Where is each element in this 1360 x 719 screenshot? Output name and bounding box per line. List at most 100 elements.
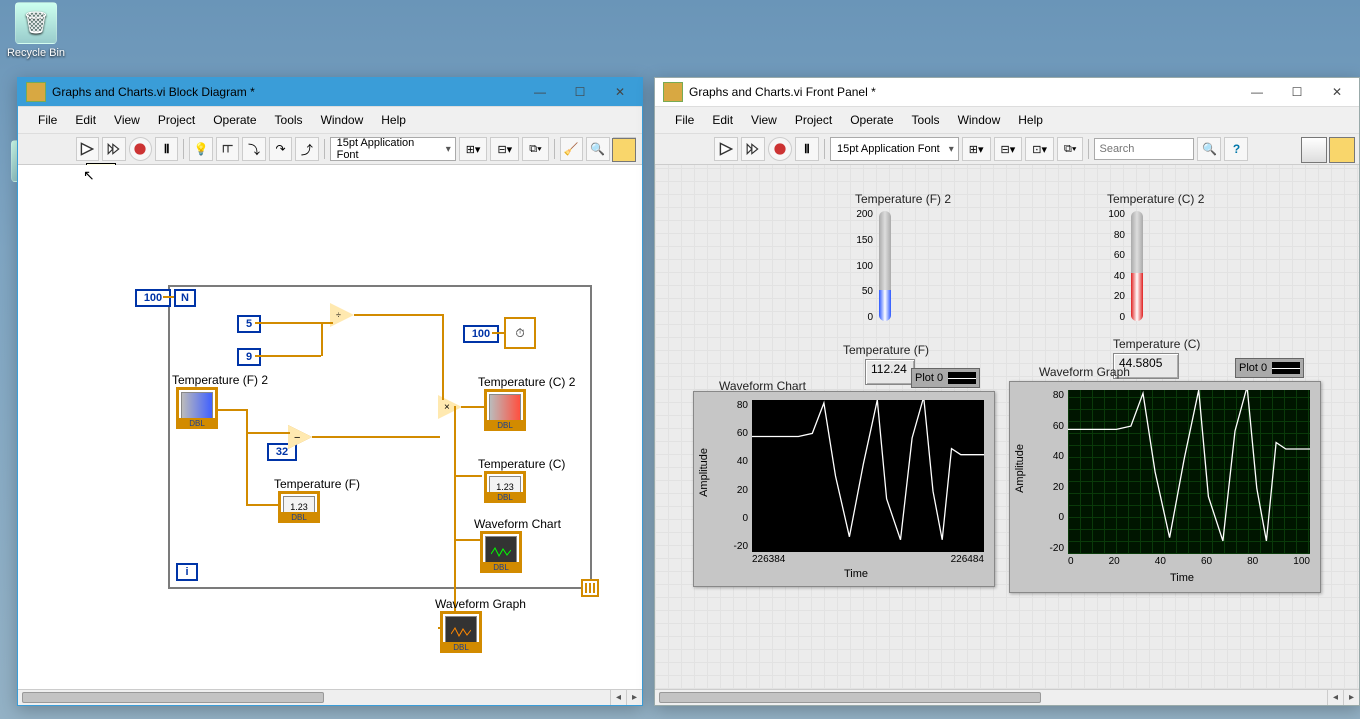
loop-i-terminal[interactable]: i: [176, 563, 198, 581]
reorder-button[interactable]: ⧉▾: [1057, 137, 1083, 161]
graph-legend[interactable]: Plot 0: [1235, 358, 1304, 378]
front-panel-canvas[interactable]: Temperature (F) 2 200150100500 Temperatu…: [655, 165, 1359, 689]
distribute-button[interactable]: ⊟▾: [994, 137, 1023, 161]
scrollbar-horizontal-fp[interactable]: ◂ ▸: [655, 689, 1359, 705]
step-over-button[interactable]: ↷: [269, 137, 292, 161]
run-button[interactable]: [76, 137, 99, 161]
tempc2-terminal[interactable]: DBL: [484, 389, 526, 431]
waveform-chart-terminal[interactable]: DBL: [480, 531, 522, 573]
font-selector[interactable]: 15pt Application Font: [830, 137, 959, 161]
cleanup-button[interactable]: 🧹: [560, 137, 583, 161]
align-button[interactable]: ⊞▾: [459, 137, 488, 161]
scroll-left-button[interactable]: ◂: [1327, 690, 1343, 705]
align-button[interactable]: ⊞▾: [962, 137, 991, 161]
maximize-button[interactable]: ☐: [1277, 80, 1317, 104]
run-button[interactable]: [714, 137, 738, 161]
run-continuous-button[interactable]: [741, 137, 765, 161]
tempf-fp-label: Temperature (F): [843, 343, 929, 357]
menu-window[interactable]: Window: [313, 111, 372, 129]
minimize-button[interactable]: —: [1237, 80, 1277, 104]
cursor-icon: ↖: [83, 167, 95, 184]
menu-operate[interactable]: Operate: [842, 111, 901, 129]
highlight-button[interactable]: 💡: [189, 137, 212, 161]
menu-window[interactable]: Window: [950, 111, 1009, 129]
menu-edit[interactable]: Edit: [704, 111, 741, 129]
close-button[interactable]: ✕: [600, 80, 640, 104]
menu-tools[interactable]: Tools: [904, 111, 948, 129]
titlebar[interactable]: Graphs and Charts.vi Block Diagram * — ☐…: [18, 78, 642, 106]
chart-legend[interactable]: Plot 0: [911, 368, 980, 388]
divide-node[interactable]: [330, 303, 354, 327]
menu-operate[interactable]: Operate: [205, 111, 264, 129]
constant-9[interactable]: 9: [237, 348, 261, 366]
titlebar-fp[interactable]: Graphs and Charts.vi Front Panel * — ☐ ✕: [655, 78, 1359, 106]
menu-view[interactable]: View: [743, 111, 785, 129]
pause-button[interactable]: Ⅱ: [155, 137, 178, 161]
menu-file[interactable]: File: [30, 111, 65, 129]
waveform-graph-terminal[interactable]: DBL: [440, 611, 482, 653]
search-button[interactable]: 🔍: [1197, 137, 1221, 161]
menubar: File Edit View Project Operate Tools Win…: [18, 106, 642, 134]
tempf-label: Temperature (F): [274, 477, 360, 491]
close-button[interactable]: ✕: [1317, 80, 1357, 104]
graph-ylabel: Amplitude: [1014, 444, 1026, 493]
toolbar-fp: Ⅱ 15pt Application Font ⊞▾ ⊟▾ ⊡▾ ⧉▾ 🔍 ?: [655, 134, 1359, 165]
tempc2-label: Temperature (C) 2: [478, 375, 575, 389]
thermometer-c[interactable]: 100806040200: [1099, 209, 1147, 323]
desktop-icon-recycle-bin[interactable]: 🗑 Recycle Bin: [4, 2, 68, 59]
chart-ylabel: Amplitude: [698, 448, 710, 497]
search-bd-button[interactable]: 🔍: [586, 137, 609, 161]
scroll-right-button[interactable]: ▸: [1343, 690, 1359, 705]
abort-button[interactable]: [129, 137, 152, 161]
scroll-right-button[interactable]: ▸: [626, 690, 642, 705]
waveform-graph[interactable]: 806040200-20 Amplitude 020406080100 Time: [1009, 381, 1321, 593]
connector-pane[interactable]: [1301, 137, 1327, 163]
scrollbar-horizontal[interactable]: ◂ ▸: [18, 689, 642, 705]
menu-file[interactable]: File: [667, 111, 702, 129]
autoindex-tunnel[interactable]: [581, 579, 599, 597]
vi-icon[interactable]: [612, 138, 636, 162]
labview-icon: [663, 82, 683, 102]
tempf-indicator[interactable]: 112.24: [865, 359, 915, 385]
wait-ms[interactable]: ⏱: [504, 317, 536, 349]
tempc-label: Temperature (C): [478, 457, 565, 471]
font-selector[interactable]: 15pt Application Font: [330, 137, 456, 161]
scroll-left-button[interactable]: ◂: [610, 690, 626, 705]
tempc-terminal[interactable]: 1.23DBL: [484, 471, 526, 503]
run-continuous-button[interactable]: [102, 137, 125, 161]
recycle-bin-icon: 🗑: [15, 2, 57, 44]
loop-count-constant[interactable]: 100: [135, 289, 171, 307]
minimize-button[interactable]: —: [520, 80, 560, 104]
step-into-button[interactable]: ⤵: [242, 137, 265, 161]
maximize-button[interactable]: ☐: [560, 80, 600, 104]
reorder-button[interactable]: ⧉▾: [522, 137, 548, 161]
block-diagram-canvas[interactable]: N 100 i 5 9 32 100 ⏱ ÷ − ×: [18, 165, 642, 689]
step-out-button[interactable]: ⤴: [295, 137, 318, 161]
resize-button[interactable]: ⊡▾: [1025, 137, 1054, 161]
menu-project[interactable]: Project: [150, 111, 203, 129]
search-input[interactable]: [1094, 138, 1194, 160]
window-title: Graphs and Charts.vi Block Diagram *: [52, 85, 520, 99]
pause-button[interactable]: Ⅱ: [795, 137, 819, 161]
retain-button[interactable]: [216, 137, 239, 161]
menu-edit[interactable]: Edit: [67, 111, 104, 129]
constant-5[interactable]: 5: [237, 315, 261, 333]
menu-project[interactable]: Project: [787, 111, 840, 129]
help-button[interactable]: ?: [1224, 137, 1248, 161]
loop-n-terminal[interactable]: N: [174, 289, 196, 307]
tempf2-terminal[interactable]: DBL: [176, 387, 218, 429]
front-panel-window: Graphs and Charts.vi Front Panel * — ☐ ✕…: [654, 77, 1360, 706]
tempf-terminal[interactable]: 1.23DBL: [278, 491, 320, 523]
distribute-button[interactable]: ⊟▾: [490, 137, 519, 161]
constant-100[interactable]: 100: [463, 325, 499, 343]
thermometer-f[interactable]: 200150100500: [847, 209, 895, 323]
menu-view[interactable]: View: [106, 111, 148, 129]
menubar-fp: File Edit View Project Operate Tools Win…: [655, 106, 1359, 134]
waveform-chart[interactable]: 806040200-20 Amplitude 226384226484 Time: [693, 391, 995, 587]
menu-help[interactable]: Help: [1010, 111, 1051, 129]
tempf2-fp-label: Temperature (F) 2: [855, 192, 951, 206]
vi-icon[interactable]: [1329, 137, 1355, 163]
menu-help[interactable]: Help: [373, 111, 414, 129]
menu-tools[interactable]: Tools: [267, 111, 311, 129]
abort-button[interactable]: [768, 137, 792, 161]
